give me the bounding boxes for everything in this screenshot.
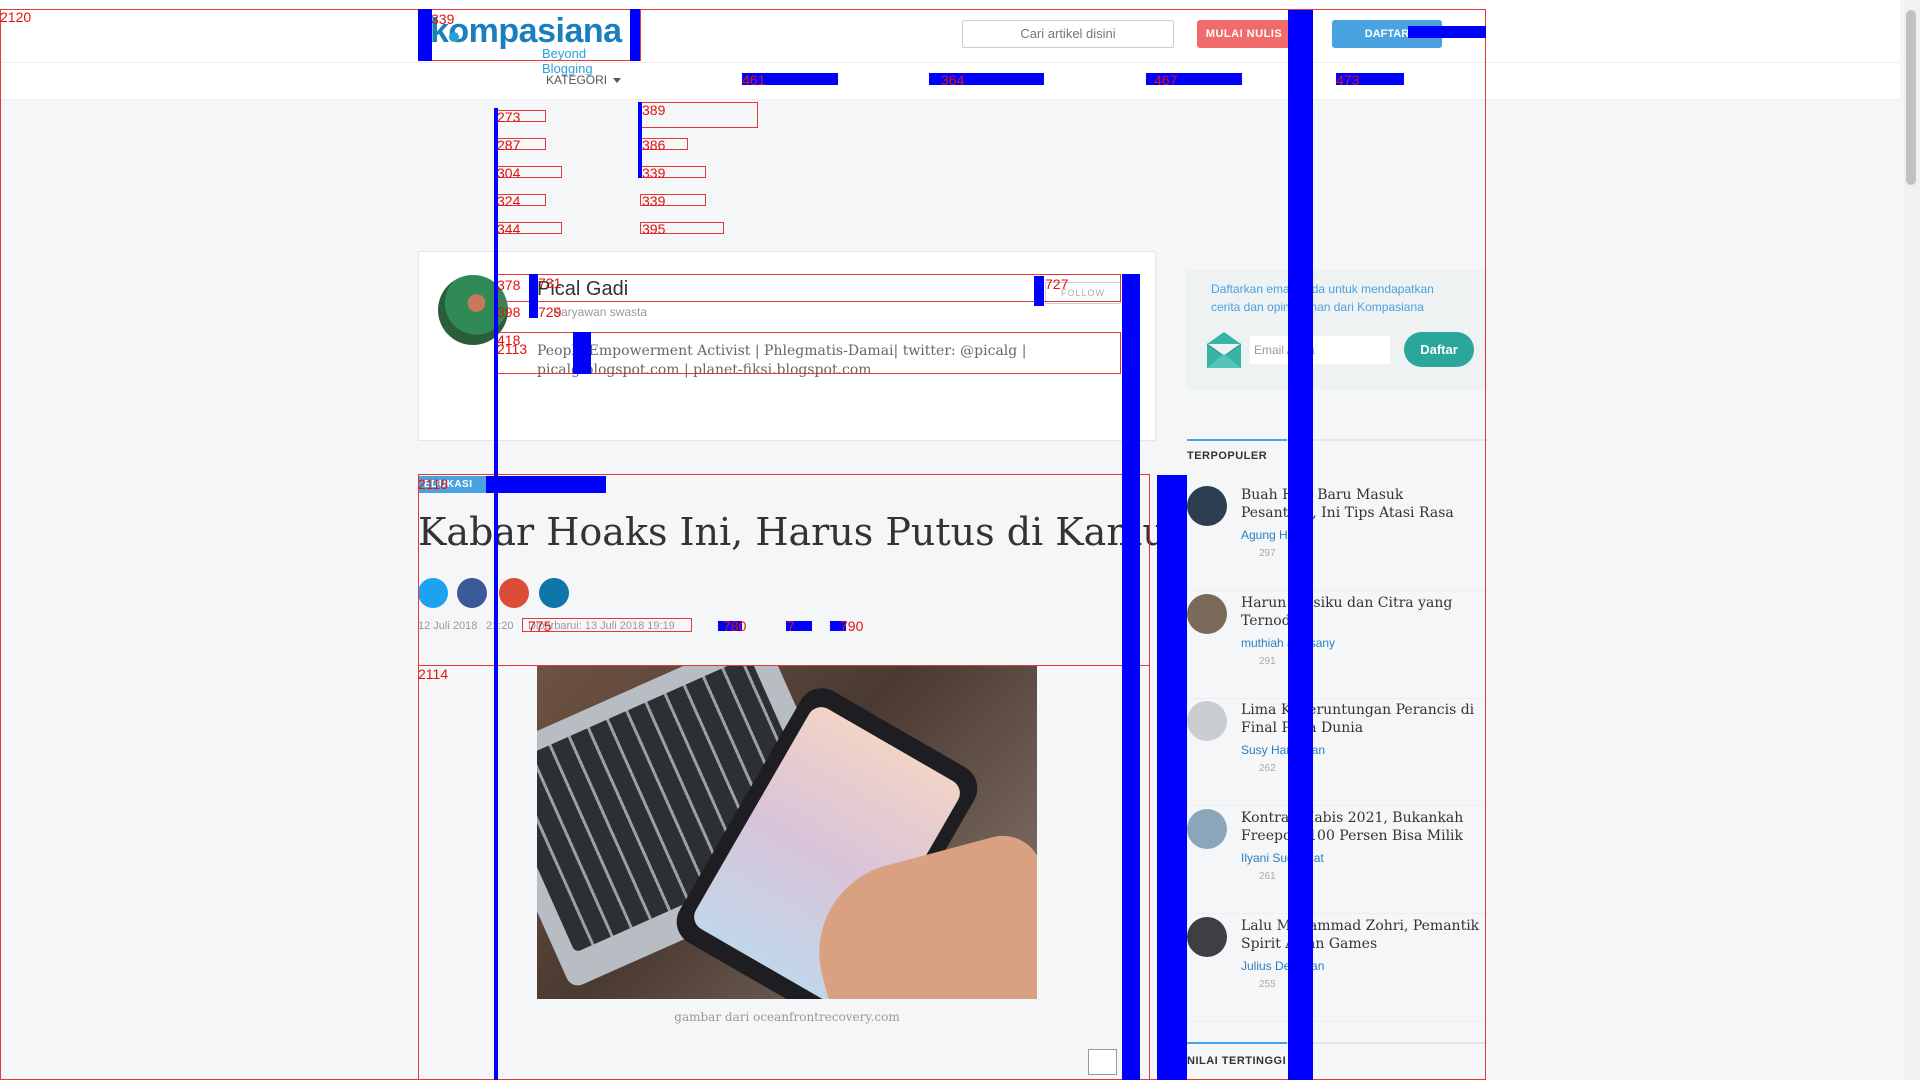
dropdown-item[interactable] bbox=[640, 166, 706, 178]
facebook-share-icon[interactable] bbox=[457, 578, 487, 608]
section-divider-accent bbox=[1187, 1042, 1287, 1044]
author-avatar[interactable] bbox=[438, 275, 508, 345]
overlay-bar bbox=[1157, 475, 1187, 1080]
article-image bbox=[537, 665, 1037, 999]
mail-icon bbox=[1206, 332, 1242, 368]
popular-title: TERPOPULER bbox=[1187, 450, 1268, 462]
dropdown-item[interactable] bbox=[640, 222, 724, 234]
avatar bbox=[1187, 809, 1227, 849]
overlay-label: 2114 bbox=[418, 666, 449, 682]
dropdown-item[interactable] bbox=[496, 194, 546, 206]
popular-item-title[interactable]: Lima Keberuntungan Perancis di Final Pia… bbox=[1241, 701, 1481, 737]
avatar bbox=[1187, 486, 1227, 526]
overlay-label: 7 bbox=[787, 618, 795, 634]
linkedin-share-icon[interactable] bbox=[539, 578, 569, 608]
overlay-label: 780 bbox=[723, 618, 747, 634]
popular-item-views: 291 bbox=[1259, 656, 1276, 667]
avatar bbox=[1187, 701, 1227, 741]
nav-label: KATEGORI bbox=[546, 73, 608, 87]
popular-item-views: 262 bbox=[1259, 763, 1276, 774]
follow-button[interactable]: FOLLOW bbox=[1045, 282, 1121, 304]
popular-item-views: 297 bbox=[1259, 548, 1276, 559]
popular-item-title[interactable]: Harun Masiku dan Citra yang Ternoda bbox=[1241, 594, 1481, 630]
popular-item-author[interactable]: Susy Haryawan bbox=[1241, 743, 1325, 757]
dropdown-item[interactable] bbox=[640, 194, 706, 206]
dropdown-item[interactable] bbox=[496, 138, 546, 150]
popular-item[interactable]: Lima Keberuntungan Perancis di Final Pia… bbox=[1187, 701, 1487, 806]
tag-artikel-utama[interactable]: ARTIKEL UTAMA bbox=[486, 476, 606, 493]
overlay-bar bbox=[830, 621, 846, 631]
logo-sub: Beyond Blogging bbox=[542, 46, 593, 76]
dropdown-item[interactable] bbox=[496, 110, 546, 122]
avatar bbox=[1187, 917, 1227, 957]
small-box[interactable] bbox=[1088, 1049, 1117, 1075]
twitter-share-icon[interactable] bbox=[418, 578, 448, 608]
dropdown-item[interactable] bbox=[496, 166, 562, 178]
nav-terbaru[interactable]: TERBARU bbox=[1158, 73, 1215, 87]
popular-item[interactable]: Lalu Muhammad Zohri, Pemantik Spirit Asi… bbox=[1187, 917, 1487, 1022]
subscribe-text: Daftarkan email anda untuk mendapatkan c… bbox=[1211, 282, 1434, 314]
article-time: 21:20 bbox=[486, 620, 514, 632]
email-field[interactable]: Email Anda bbox=[1250, 336, 1390, 364]
popular-item-title[interactable]: Lalu Muhammad Zohri, Pemantik Spirit Asi… bbox=[1241, 917, 1481, 953]
nav-terpopuler[interactable]: TERPOPULER bbox=[745, 73, 826, 87]
caret-down-icon bbox=[613, 78, 622, 84]
popular-item-author[interactable]: Agung Han bbox=[1241, 528, 1301, 542]
page: kompasiana Beyond Blogging Cari artikel … bbox=[0, 0, 1920, 1080]
author-bio: People Empowerment Activist | Phlegmatis… bbox=[537, 343, 1027, 378]
popular-item-author[interactable]: Ilyani Sudardjat bbox=[1241, 851, 1324, 865]
popular-item-author[interactable]: Julius Deliawan bbox=[1241, 959, 1324, 973]
register-button[interactable]: DAFTAR bbox=[1332, 20, 1442, 48]
popular-item[interactable]: Harun Masiku dan Citra yang Ternoda muth… bbox=[1187, 594, 1487, 699]
article-updated: Diperbarui: 13 Juli 2018 19:19 bbox=[528, 620, 675, 632]
section-divider-accent bbox=[1187, 439, 1287, 441]
popular-item-title[interactable]: Kontrak Habis 2021, Bukankah Freeport 10… bbox=[1241, 809, 1481, 845]
popular-item[interactable]: Kontrak Habis 2021, Bukankah Freeport 10… bbox=[1187, 809, 1487, 914]
subscribe-button[interactable]: Daftar bbox=[1404, 332, 1474, 367]
dropdown-item[interactable] bbox=[640, 102, 758, 128]
popular-item-title[interactable]: Buah Hati Baru Masuk Pesantren, Ini Tips… bbox=[1241, 486, 1481, 522]
popular-item-views: 261 bbox=[1259, 871, 1276, 882]
popular-item[interactable]: Buah Hati Baru Masuk Pesantren, Ini Tips… bbox=[1187, 486, 1487, 591]
scrollbar-thumb[interactable] bbox=[1906, 10, 1916, 185]
overlay-bar bbox=[718, 621, 742, 631]
google-plus-share-icon[interactable] bbox=[499, 578, 529, 608]
nav-pilihan-editor[interactable]: PILIHAN EDITOR bbox=[940, 73, 1035, 87]
search-input[interactable]: Cari artikel disini bbox=[962, 20, 1174, 48]
nav-kategori[interactable]: KATEGORI bbox=[546, 73, 622, 87]
popular-item-views: 255 bbox=[1259, 979, 1276, 990]
author-name[interactable]: Pical Gadi bbox=[537, 278, 628, 301]
start-writing-button[interactable]: MULAI NULIS bbox=[1197, 20, 1291, 48]
tag-edukasi[interactable]: EDUKASI bbox=[418, 476, 486, 493]
nav-event[interactable]: EVENT bbox=[1338, 73, 1378, 87]
top-rated-title: NILAI TERTINGGI bbox=[1187, 1055, 1287, 1067]
overlay-bar bbox=[786, 621, 812, 631]
overlay-label: 790 bbox=[840, 618, 864, 634]
logo-dot-icon bbox=[449, 32, 459, 42]
article-title: Kabar Hoaks Ini, Harus Putus di Kamu! bbox=[418, 510, 1183, 554]
site-logo[interactable]: kompasiana Beyond Blogging bbox=[418, 12, 638, 76]
avatar bbox=[1187, 594, 1227, 634]
dropdown-item[interactable] bbox=[496, 222, 562, 234]
top-header bbox=[0, 0, 1900, 62]
popular-item-author[interactable]: muthiah alhasany bbox=[1241, 636, 1335, 650]
dropdown-item[interactable] bbox=[640, 138, 688, 150]
author-job: Karyawan swasta bbox=[553, 305, 648, 319]
overlay-outline bbox=[418, 474, 1150, 666]
article-date: 12 Juli 2018 bbox=[418, 620, 478, 632]
